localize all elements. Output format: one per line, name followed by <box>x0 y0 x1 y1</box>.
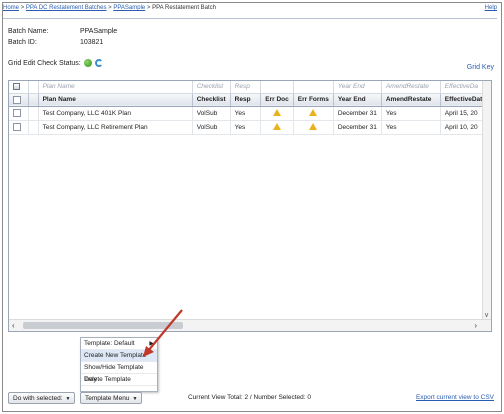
menu-item-create-new-template[interactable]: Create New Template <box>81 350 157 362</box>
col-header-err-forms[interactable]: Err Forms <box>293 93 334 107</box>
help-link[interactable]: Help <box>485 5 497 11</box>
cell-checklist: VolSub <box>192 106 231 121</box>
cell-year-end: December 31 <box>333 120 382 135</box>
warning-icon[interactable] <box>309 123 318 131</box>
scroll-right-icon[interactable]: › <box>474 321 477 330</box>
row-checkbox[interactable] <box>13 123 21 131</box>
filter-err-forms[interactable] <box>293 81 334 94</box>
select-all-header[interactable] <box>9 93 29 107</box>
button-label: Template Menu <box>85 395 130 402</box>
menu-item-label: Delete Template <box>84 376 131 383</box>
breadcrumb-separator: > <box>108 5 112 11</box>
dropdown-arrow-icon: ▼ <box>65 396 71 402</box>
vertical-scrollbar[interactable]: ∨ <box>482 81 491 321</box>
cell-plan-name: Test Company, LLC 401K Plan <box>38 106 193 121</box>
grid-key-link[interactable]: Grid Key <box>467 64 494 71</box>
col-header-plan-name[interactable]: Plan Name <box>38 93 193 107</box>
batch-name-value: PPASample <box>79 28 118 35</box>
cell-year-end: December 31 <box>333 106 382 121</box>
dropdown-arrow-icon: ▼ <box>132 396 138 402</box>
horizontal-scrollbar[interactable]: ‹ › <box>9 319 491 331</box>
row-checkbox[interactable] <box>13 109 21 117</box>
grid-table: Plan Name Checklist Resp Year End AmendR… <box>9 81 491 135</box>
filter-err-doc[interactable] <box>260 81 294 94</box>
export-csv-link[interactable]: Export current view to CSV <box>416 394 494 401</box>
menu-item-label: Create New Template <box>84 352 147 359</box>
breadcrumb-separator: > <box>146 5 151 11</box>
filter-plan-name[interactable]: Plan Name <box>38 81 193 94</box>
grid-status-label: Grid Edit Check Status: <box>8 59 81 67</box>
scroll-down-icon[interactable]: ∨ <box>484 311 489 319</box>
breadcrumb-batches-link[interactable]: PPA DC Restatement Batches <box>26 5 107 11</box>
filter-checklist[interactable]: Checklist <box>192 81 231 94</box>
column-picker-cell[interactable] <box>9 81 29 94</box>
col-header-resp[interactable]: Resp <box>230 93 262 107</box>
cell-amend-restate: Yes <box>381 120 441 135</box>
refresh-icon[interactable] <box>94 59 103 67</box>
scroll-left-icon[interactable]: ‹ <box>12 321 15 330</box>
breadcrumb: Home > PPA DC Restatement Batches > PPAS… <box>3 5 497 17</box>
batch-name-row: Batch Name: PPASample <box>8 28 117 35</box>
filter-row: Plan Name Checklist Resp Year End AmendR… <box>9 81 491 94</box>
template-menu-button[interactable]: Template Menu ▼ <box>80 392 143 404</box>
warning-icon[interactable] <box>273 123 281 131</box>
select-all-checkbox[interactable] <box>13 95 21 104</box>
batch-name-label: Batch Name: <box>8 28 49 35</box>
status-ok-icon <box>83 59 92 67</box>
breadcrumb-separator: > <box>20 5 25 11</box>
column-picker-icon[interactable] <box>13 83 20 91</box>
batch-grid: Plan Name Checklist Resp Year End AmendR… <box>8 80 492 332</box>
filter-amend-restate[interactable]: AmendRestate <box>381 81 441 94</box>
table-row[interactable]: Test Company, LLC Retirement Plan VolSub… <box>9 120 491 135</box>
view-total-status: Current View Total: 2 / Number Selected:… <box>188 394 311 401</box>
cell-resp: Yes <box>230 120 262 135</box>
breadcrumb-sample-link[interactable]: PPASample <box>113 5 145 11</box>
batch-id-label: Batch ID: <box>8 39 37 46</box>
table-row[interactable]: Test Company, LLC 401K Plan VolSub Yes D… <box>9 106 491 121</box>
header-row: Plan Name Checklist Resp Err Doc Err For… <box>9 93 491 107</box>
filter-year-end[interactable]: Year End <box>333 81 382 94</box>
button-label: Do with selected: <box>13 395 63 402</box>
menu-item-label: Template: Default <box>84 340 135 347</box>
warning-icon[interactable] <box>309 109 318 117</box>
filter-resp[interactable]: Resp <box>230 81 262 94</box>
menu-item-template-default[interactable]: Template: Default ▶ <box>81 338 157 350</box>
do-with-selected-button[interactable]: Do with selected: ▼ <box>8 392 76 404</box>
warning-icon[interactable] <box>273 109 281 117</box>
horizontal-scroll-thumb[interactable] <box>23 322 183 329</box>
bottom-toolbar: Do with selected: ▼ Template Menu ▼ Curren… <box>8 392 494 406</box>
breadcrumb-current: PPA Restatement Batch <box>152 5 217 11</box>
col-header-amend-restate[interactable]: AmendRestate <box>381 93 441 107</box>
col-header-year-end[interactable]: Year End <box>333 93 382 107</box>
batch-id-value: 103821 <box>79 39 104 46</box>
cell-amend-restate: Yes <box>381 106 441 121</box>
batch-id-row: Batch ID: 103821 <box>8 39 103 46</box>
cell-resp: Yes <box>230 106 262 121</box>
grid-status: Grid Edit Check Status: <box>8 59 103 67</box>
breadcrumb-home-link[interactable]: Home <box>3 5 19 11</box>
col-header-checklist[interactable]: Checklist <box>192 93 231 107</box>
divider <box>3 18 497 19</box>
template-menu-popup: Template: Default ▶ Create New Template … <box>80 337 158 392</box>
menu-item-show-hide-template-tray[interactable]: Show/Hide Template Tray <box>81 362 157 383</box>
cell-plan-name: Test Company, LLC Retirement Plan <box>38 120 193 135</box>
cell-checklist: VolSub <box>192 120 231 135</box>
submenu-arrow-icon: ▶ <box>149 341 154 347</box>
col-header-err-doc[interactable]: Err Doc <box>260 93 294 107</box>
menu-item-delete-template[interactable]: Delete Template <box>81 374 157 386</box>
